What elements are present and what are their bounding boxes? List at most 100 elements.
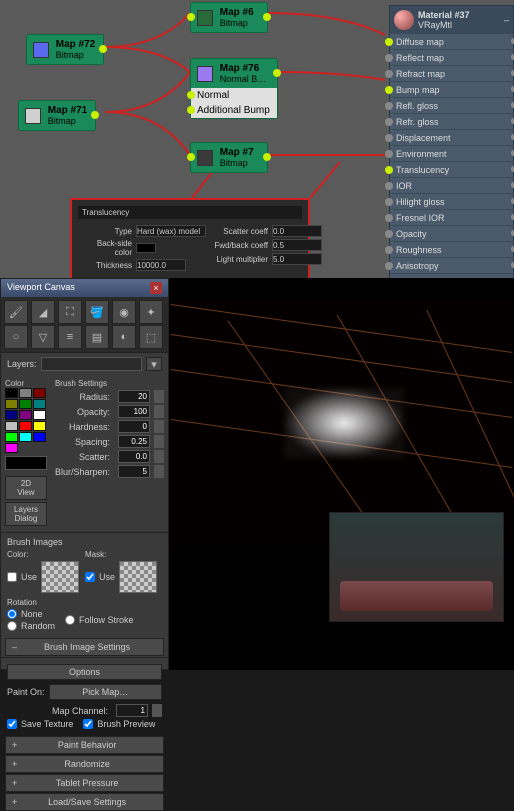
pick-tool[interactable]: ✦ bbox=[139, 300, 163, 324]
radius-input[interactable] bbox=[118, 390, 150, 403]
palette-swatch[interactable] bbox=[33, 399, 46, 409]
blur-tool[interactable]: ◉ bbox=[112, 300, 136, 324]
stack-tool[interactable]: ▤ bbox=[85, 325, 109, 349]
input-port[interactable] bbox=[385, 38, 393, 46]
input-port[interactable] bbox=[385, 54, 393, 62]
brush-image-settings-accordion[interactable]: –Brush Image Settings bbox=[5, 638, 164, 656]
material-slot-opacity[interactable]: Opacity bbox=[390, 226, 513, 242]
input-port[interactable] bbox=[385, 118, 393, 126]
input-port[interactable] bbox=[385, 70, 393, 78]
input-port[interactable] bbox=[385, 134, 393, 142]
bi-mask-use[interactable] bbox=[85, 572, 95, 582]
palette-swatch[interactable] bbox=[33, 421, 46, 431]
spacing-input[interactable] bbox=[118, 435, 150, 448]
type-dropdown[interactable] bbox=[136, 225, 206, 237]
output-port[interactable] bbox=[91, 111, 99, 119]
material-header[interactable]: Material #37 VRayMtl – bbox=[390, 6, 513, 34]
material-slot-roughness[interactable]: Roughness bbox=[390, 242, 513, 258]
material-slot-fresnel-ior[interactable]: Fresnel IOR bbox=[390, 210, 513, 226]
material-slot-hilight-gloss[interactable]: Hilight gloss bbox=[390, 194, 513, 210]
layer-dropdown[interactable] bbox=[41, 357, 142, 371]
output-port[interactable] bbox=[263, 153, 271, 161]
input-port[interactable] bbox=[385, 102, 393, 110]
palette-swatch[interactable] bbox=[5, 432, 18, 442]
hardness-input[interactable] bbox=[118, 420, 150, 433]
palette-swatch[interactable] bbox=[5, 399, 18, 409]
material-slot-diffuse-map[interactable]: Diffuse map bbox=[390, 34, 513, 50]
backside-swatch[interactable] bbox=[136, 243, 156, 253]
palette-swatch[interactable] bbox=[19, 410, 32, 420]
layers-dialog-button[interactable]: Layers Dialog bbox=[5, 502, 47, 526]
spinner[interactable] bbox=[154, 450, 164, 463]
pickmap-button[interactable]: Pick Map… bbox=[49, 684, 162, 700]
close-icon[interactable]: × bbox=[150, 282, 162, 294]
shape-line-tool[interactable]: ▽ bbox=[31, 325, 55, 349]
spinner[interactable] bbox=[152, 704, 162, 717]
palette-swatch[interactable] bbox=[33, 410, 46, 420]
scatter-input[interactable] bbox=[118, 450, 150, 463]
node-map72[interactable]: Map #72 Bitmap bbox=[26, 34, 104, 65]
input-port[interactable] bbox=[385, 150, 393, 158]
mapch-input[interactable] bbox=[116, 704, 148, 717]
spinner[interactable] bbox=[154, 465, 164, 478]
bi-color-use[interactable] bbox=[7, 572, 17, 582]
material-slot-refl-gloss[interactable]: Refl. gloss bbox=[390, 98, 513, 114]
lightmult-input[interactable] bbox=[272, 253, 322, 265]
spinner[interactable] bbox=[154, 420, 164, 433]
viewport-3d[interactable] bbox=[169, 278, 514, 670]
bi-mask-image[interactable] bbox=[119, 561, 157, 593]
fwdback-input[interactable] bbox=[272, 239, 322, 251]
input-port[interactable] bbox=[187, 13, 195, 21]
input-port[interactable] bbox=[385, 262, 393, 270]
palette-swatch[interactable] bbox=[19, 432, 32, 442]
input-port[interactable] bbox=[385, 230, 393, 238]
viewport-canvas-panel[interactable]: Viewport Canvas × 🖌 ◢ ⛶ 🪣 ◉ ✦ ○ ▽ ≡ ▤ ◐ … bbox=[0, 278, 169, 670]
material-slot-refract-map[interactable]: Refract map bbox=[390, 66, 513, 82]
options-button[interactable]: Options bbox=[7, 664, 162, 680]
misc2-tool[interactable]: ⬚ bbox=[139, 325, 163, 349]
spinner[interactable] bbox=[154, 405, 164, 418]
output-port[interactable] bbox=[99, 45, 107, 53]
savetex-check[interactable] bbox=[7, 719, 17, 729]
material-slot-ior[interactable]: IOR bbox=[390, 178, 513, 194]
palette-swatch[interactable] bbox=[19, 421, 32, 431]
material-slot-reflect-map[interactable]: Reflect map bbox=[390, 50, 513, 66]
palette-swatch[interactable] bbox=[5, 410, 18, 420]
panel-titlebar[interactable]: Viewport Canvas × bbox=[1, 279, 168, 297]
palette-swatch[interactable] bbox=[19, 399, 32, 409]
palette-swatch[interactable] bbox=[5, 388, 18, 398]
misc-tool[interactable]: ◐ bbox=[112, 325, 136, 349]
accordion-tablet-pressure[interactable]: +Tablet Pressure bbox=[5, 774, 164, 792]
material-slot-environment[interactable]: Environment bbox=[390, 146, 513, 162]
node-map6[interactable]: Map #6 Bitmap bbox=[190, 2, 268, 33]
palette-swatch[interactable] bbox=[5, 443, 18, 453]
input-port[interactable] bbox=[385, 246, 393, 254]
bi-color-image[interactable] bbox=[41, 561, 79, 593]
output-port[interactable] bbox=[273, 69, 281, 77]
material-slot-anisotropy[interactable]: Anisotropy bbox=[390, 258, 513, 274]
palette-swatch[interactable] bbox=[19, 388, 32, 398]
input-port[interactable] bbox=[385, 182, 393, 190]
fill-tool[interactable]: 🪣 bbox=[85, 300, 109, 324]
rot-follow[interactable] bbox=[65, 615, 75, 625]
brush-tool[interactable]: 🖌 bbox=[4, 300, 28, 324]
accordion-randomize[interactable]: +Randomize bbox=[5, 755, 164, 773]
node-map71[interactable]: Map #71 Bitmap bbox=[18, 100, 96, 131]
input-port[interactable] bbox=[187, 91, 195, 99]
node-editor[interactable]: Map #72 Bitmap Map #71 Bitmap Map #6 Bit… bbox=[0, 0, 514, 278]
layers-tool[interactable]: ≡ bbox=[58, 325, 82, 349]
palette-swatch[interactable] bbox=[33, 388, 46, 398]
current-color[interactable] bbox=[5, 456, 47, 470]
shape-circle-tool[interactable]: ○ bbox=[4, 325, 28, 349]
node-map7[interactable]: Map #7 Bitmap bbox=[190, 142, 268, 173]
view2d-button[interactable]: 2D View bbox=[5, 476, 47, 500]
thickness-input[interactable] bbox=[136, 259, 186, 271]
scatter-input[interactable] bbox=[272, 225, 322, 237]
accordion-paint-behavior[interactable]: +Paint Behavior bbox=[5, 736, 164, 754]
material-slot-displacement[interactable]: Displacement bbox=[390, 130, 513, 146]
clone-tool[interactable]: ⛶ bbox=[58, 300, 82, 324]
opacity-input[interactable] bbox=[118, 405, 150, 418]
material-slot-bump-map[interactable]: Bump map bbox=[390, 82, 513, 98]
input-port[interactable] bbox=[385, 86, 393, 94]
spinner[interactable] bbox=[154, 390, 164, 403]
